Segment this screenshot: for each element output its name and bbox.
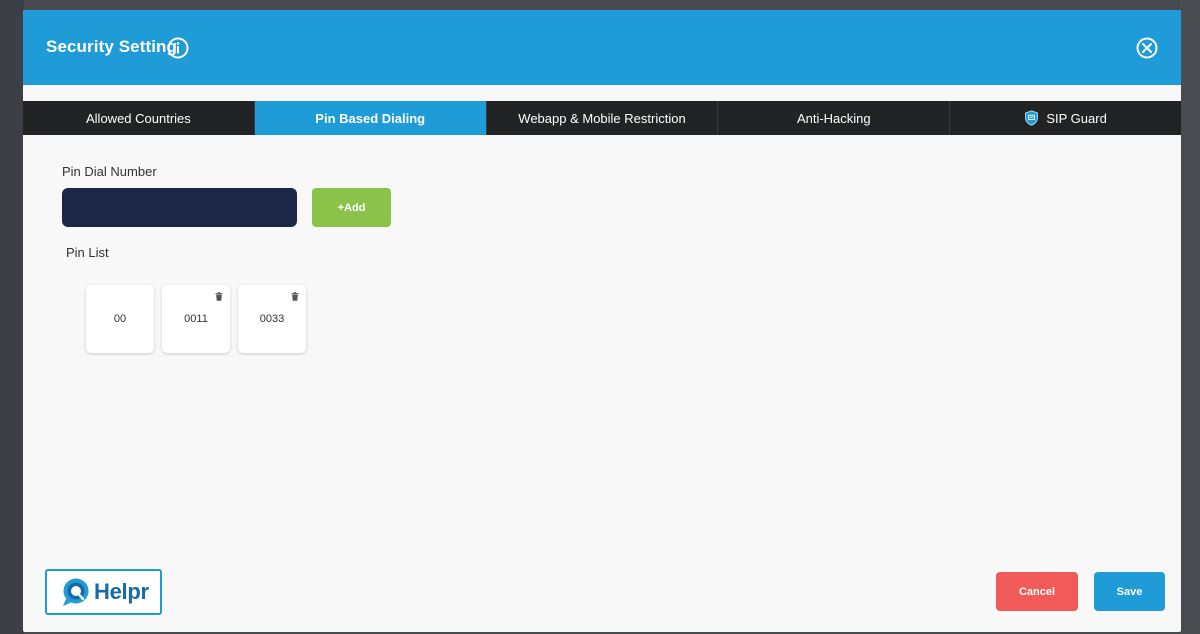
chat-bubble-icon [63, 578, 89, 606]
info-icon[interactable] [167, 37, 189, 59]
pin-dial-number-label: Pin Dial Number [62, 164, 157, 179]
tab-sip-guard[interactable]: SIP Guard [950, 101, 1181, 135]
close-icon[interactable] [1136, 37, 1158, 59]
pin-card: 0011 [162, 285, 230, 353]
tab-label: SIP Guard [1046, 110, 1107, 126]
pin-card: 0033 [238, 285, 306, 353]
pin-card: 00 [86, 285, 154, 353]
shield-icon [1025, 110, 1039, 126]
pin-value: 0011 [184, 313, 208, 325]
pin-value: 00 [113, 313, 127, 325]
pin-dial-number-input[interactable] [62, 188, 297, 227]
add-pin-button[interactable]: +Add [312, 188, 391, 227]
save-button[interactable]: Save [1094, 572, 1165, 611]
security-setting-modal: Security Setting Allowed Countries Pin B… [23, 10, 1181, 632]
background-sidebar [0, 0, 24, 634]
tab-anti-hacking[interactable]: Anti-Hacking [718, 101, 951, 135]
helpr-logo[interactable]: Helpr [45, 569, 162, 615]
tab-webapp-mobile-restriction[interactable]: Webapp & Mobile Restriction [486, 101, 719, 135]
tab-label: Anti-Hacking [796, 110, 871, 126]
tab-label: Pin Based Dialing [315, 110, 426, 126]
trash-icon[interactable] [291, 292, 299, 301]
modal-header: Security Setting [23, 10, 1181, 85]
trash-icon[interactable] [215, 292, 223, 301]
security-tabs: Allowed Countries Pin Based Dialing Weba… [23, 101, 1181, 135]
brand-name: Helpr [94, 579, 149, 604]
background-right [1180, 0, 1200, 634]
modal-title: Security Setting [46, 37, 178, 56]
tab-label: Allowed Countries [86, 110, 191, 126]
pin-list-label: Pin List [66, 245, 109, 260]
tab-label: Webapp & Mobile Restriction [518, 110, 686, 126]
tab-pin-based-dialing[interactable]: Pin Based Dialing [254, 101, 487, 135]
pin-value: 0033 [259, 313, 285, 325]
tab-allowed-countries[interactable]: Allowed Countries [23, 101, 255, 135]
cancel-button[interactable]: Cancel [996, 572, 1078, 611]
